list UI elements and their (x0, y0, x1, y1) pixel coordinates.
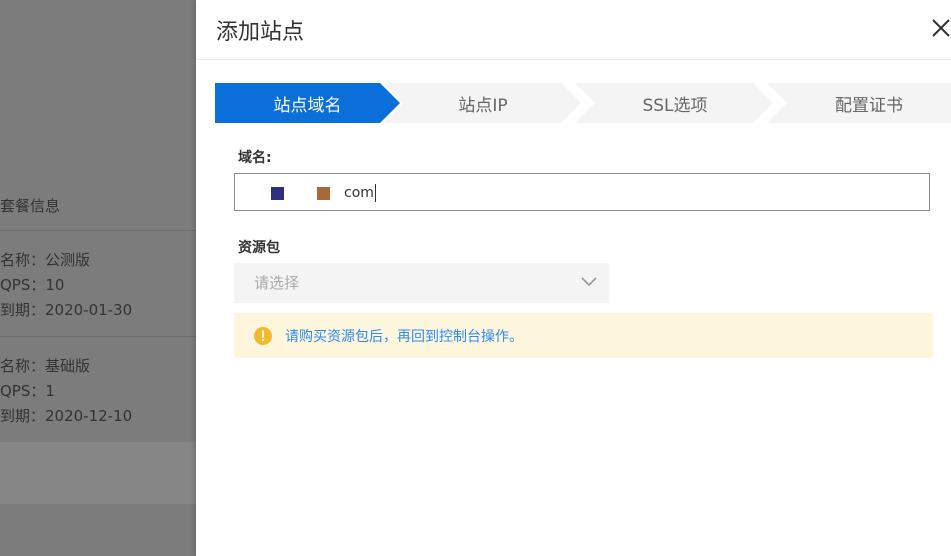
warning-icon (254, 326, 272, 345)
drawer-header: 添加站点 (196, 0, 951, 60)
divider (0, 230, 196, 231)
step-label: SSL选项 (642, 95, 708, 116)
background-page: 套餐信息 名称：公测版 QPS：10 到期：2020-01-30 名称：基础版 … (0, 0, 196, 556)
package-select[interactable]: 请选择 (234, 263, 609, 303)
step-certificate[interactable]: 配置证书 (767, 83, 951, 123)
step-site-ip[interactable]: 站点IP (383, 83, 583, 123)
chevron-down-icon (581, 277, 597, 287)
redacted-text (317, 186, 330, 200)
step-label: 站点IP (458, 95, 508, 116)
redacted-text (271, 186, 284, 200)
plan-name: 名称：基础版 (0, 357, 91, 375)
background-band (0, 442, 196, 504)
step-label: 站点域名 (273, 95, 342, 116)
drawer-title: 添加站点 (216, 20, 305, 45)
step-ssl[interactable]: SSL选项 (575, 83, 775, 123)
plan-expiry: 到期：2020-12-10 (0, 407, 133, 425)
plan-qps: QPS：1 (0, 382, 55, 400)
plan-expiry: 到期：2020-01-30 (0, 301, 133, 319)
step-domain[interactable]: 站点域名 (215, 83, 400, 123)
divider (0, 336, 196, 337)
notice-link[interactable]: 请购买资源包后，再回到控制台操作。 (285, 326, 523, 346)
close-button[interactable] (931, 18, 951, 42)
select-placeholder: 请选择 (254, 274, 300, 292)
steps-indicator: 站点域名 站点IP SSL选项 配置证书 (215, 83, 951, 123)
step-label: 配置证书 (835, 95, 903, 116)
add-site-drawer: 添加站点 站点域名 站点IP SSL选项 配置证书 域名: com 资源包 请选… (196, 0, 951, 556)
domain-value: com (344, 185, 374, 201)
domain-label: 域名: (238, 150, 272, 166)
package-label: 资源包 (238, 240, 280, 256)
plan-name: 名称：公测版 (0, 251, 91, 269)
text-caret (374, 184, 376, 202)
plan-section-title: 套餐信息 (0, 197, 61, 215)
plan-qps: QPS：10 (0, 276, 65, 294)
domain-input[interactable]: com (234, 173, 930, 211)
close-icon (932, 19, 950, 37)
notice-alert: 请购买资源包后，再回到控制台操作。 (234, 313, 933, 358)
